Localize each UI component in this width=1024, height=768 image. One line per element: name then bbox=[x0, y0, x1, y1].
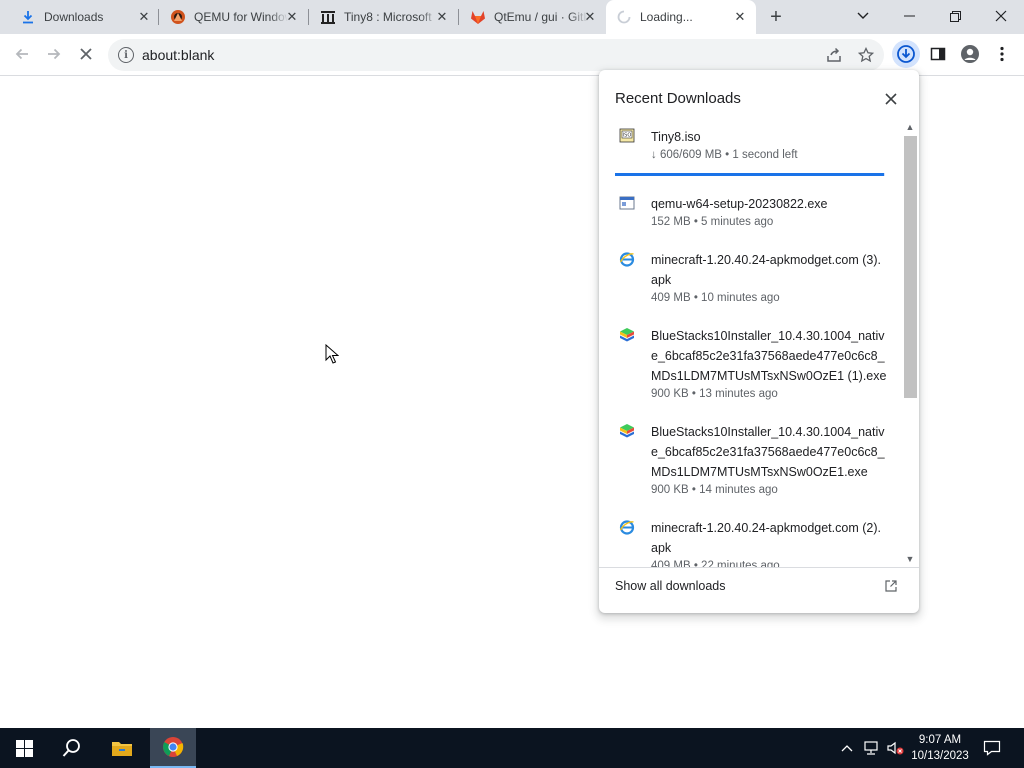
scrollbar-thumb[interactable] bbox=[904, 136, 917, 398]
scroll-up-icon[interactable]: ▲ bbox=[905, 122, 915, 132]
download-status: 152 MB • 5 minutes ago bbox=[651, 216, 774, 228]
profile-avatar-icon[interactable] bbox=[956, 40, 984, 68]
close-icon[interactable]: ✕ bbox=[434, 9, 450, 25]
tab-separator bbox=[308, 9, 309, 25]
download-filename: BlueStacks10Installer_10.4.30.1004_nativ… bbox=[651, 425, 885, 479]
tab-title: Tiny8 : Microsoft bbox=[344, 10, 432, 24]
close-window-button[interactable] bbox=[978, 0, 1024, 32]
download-filename: minecraft-1.20.40.24-apkmodget.com (2).a… bbox=[651, 521, 881, 555]
tab-downloads[interactable]: Downloads ✕ bbox=[10, 0, 160, 34]
mouse-cursor-icon bbox=[325, 343, 340, 364]
address-bar[interactable]: i about:blank bbox=[108, 39, 884, 71]
menu-kebab-icon[interactable] bbox=[988, 40, 1016, 68]
show-all-downloads-link[interactable]: Show all downloads bbox=[615, 579, 726, 593]
download-item[interactable]: BlueStacks10Installer_10.4.30.1004_nativ… bbox=[615, 415, 885, 511]
bookmark-star-icon[interactable] bbox=[858, 47, 874, 63]
download-icon bbox=[20, 9, 36, 25]
tab-title: QtEmu / gui · GitLab bbox=[494, 10, 588, 24]
download-status: 409 MB • 10 minutes ago bbox=[651, 292, 780, 304]
download-status: ↓ 606/609 MB • 1 second left bbox=[651, 149, 798, 161]
tab-qtemu[interactable]: QtEmu / gui · GitLab ✕ bbox=[460, 0, 606, 34]
download-status: 900 KB • 13 minutes ago bbox=[651, 388, 778, 400]
search-button[interactable] bbox=[48, 728, 96, 768]
file-explorer-button[interactable] bbox=[98, 728, 146, 768]
archive-org-icon bbox=[320, 9, 336, 25]
download-item[interactable]: minecraft-1.20.40.24-apkmodget.com (2).a… bbox=[615, 511, 885, 568]
tab-title: Loading... bbox=[640, 10, 693, 24]
minimize-button[interactable] bbox=[886, 0, 932, 32]
windows-taskbar: 9:07 AM 10/13/2023 bbox=[0, 728, 1024, 768]
start-button[interactable] bbox=[0, 728, 48, 768]
tab-loading[interactable]: Loading... ✕ bbox=[606, 0, 756, 34]
close-icon[interactable]: ✕ bbox=[582, 9, 598, 25]
svg-text:ISO: ISO bbox=[623, 133, 632, 139]
bluestacks-icon bbox=[619, 423, 635, 439]
share-icon[interactable] bbox=[826, 47, 842, 63]
download-filename: qemu-w64-setup-20230822.exe bbox=[651, 197, 828, 211]
chrome-taskbar-button[interactable] bbox=[150, 728, 196, 768]
download-status: 900 KB • 14 minutes ago bbox=[651, 484, 778, 496]
iso-file-icon: ISO bbox=[619, 128, 635, 144]
forward-button[interactable] bbox=[40, 40, 68, 68]
side-panel-icon[interactable] bbox=[924, 40, 952, 68]
restore-button[interactable] bbox=[932, 0, 978, 32]
download-filename: minecraft-1.20.40.24-apkmodget.com (3).a… bbox=[651, 253, 881, 287]
tab-title: Downloads bbox=[44, 10, 104, 24]
downloads-footer: Show all downloads bbox=[599, 567, 919, 613]
close-icon[interactable]: ✕ bbox=[732, 9, 748, 25]
taskbar-clock[interactable]: 9:07 AM 10/13/2023 bbox=[910, 732, 970, 764]
close-icon[interactable]: ✕ bbox=[136, 9, 152, 25]
exe-file-icon bbox=[619, 195, 635, 211]
tab-title: QEMU for Windows bbox=[194, 10, 288, 24]
download-item[interactable]: qemu-w64-setup-20230822.exe 152 MB • 5 m… bbox=[615, 187, 885, 243]
clock-date: 10/13/2023 bbox=[911, 750, 969, 762]
downloads-button[interactable] bbox=[892, 40, 920, 68]
tab-qemu[interactable]: QEMU for Windows ✕ bbox=[160, 0, 308, 34]
notifications-icon[interactable] bbox=[983, 739, 1001, 757]
tab-strip: Downloads ✕ QEMU for Windows ✕ Tiny8 : M… bbox=[0, 0, 1024, 34]
tab-separator bbox=[158, 9, 159, 25]
chevron-down-icon[interactable] bbox=[840, 0, 886, 32]
tab-tiny8[interactable]: Tiny8 : Microsoft ✕ bbox=[310, 0, 458, 34]
close-icon[interactable]: ✕ bbox=[284, 9, 300, 25]
chevron-up-icon[interactable] bbox=[838, 739, 856, 757]
ie-file-icon bbox=[619, 251, 635, 267]
tab-separator bbox=[458, 9, 459, 25]
clock-time: 9:07 AM bbox=[918, 734, 962, 746]
download-item[interactable]: minecraft-1.20.40.24-apkmodget.com (3).a… bbox=[615, 243, 885, 319]
downloads-title: Recent Downloads bbox=[615, 90, 741, 107]
open-in-new-icon[interactable] bbox=[883, 578, 899, 594]
bluestacks-icon bbox=[619, 327, 635, 343]
stop-loading-button[interactable] bbox=[72, 40, 100, 68]
download-filename: BlueStacks10Installer_10.4.30.1004_nativ… bbox=[651, 329, 887, 383]
network-icon[interactable] bbox=[862, 739, 880, 757]
new-tab-button[interactable]: + bbox=[764, 5, 788, 29]
back-button[interactable] bbox=[8, 40, 36, 68]
download-filename: Tiny8.iso bbox=[651, 130, 701, 144]
downloads-scrollbar[interactable]: ▲ ▼ bbox=[903, 120, 917, 567]
loading-spinner-icon bbox=[616, 9, 632, 25]
download-progress-bar bbox=[615, 173, 885, 176]
info-icon[interactable]: i bbox=[118, 47, 134, 63]
downloads-bubble: Recent Downloads ISO Tiny8.iso ↓ 606/609… bbox=[599, 70, 919, 613]
ie-file-icon bbox=[619, 519, 635, 535]
url-text[interactable]: about:blank bbox=[142, 47, 214, 63]
download-item[interactable]: ISO Tiny8.iso ↓ 606/609 MB • 1 second le… bbox=[615, 120, 885, 180]
downloads-list: ISO Tiny8.iso ↓ 606/609 MB • 1 second le… bbox=[599, 120, 904, 568]
volume-muted-icon[interactable] bbox=[886, 739, 904, 757]
gitlab-icon bbox=[470, 9, 486, 25]
scroll-down-icon[interactable]: ▼ bbox=[905, 554, 915, 564]
close-icon[interactable] bbox=[881, 89, 901, 109]
qemu-icon bbox=[170, 9, 186, 25]
download-item[interactable]: BlueStacks10Installer_10.4.30.1004_nativ… bbox=[615, 319, 887, 415]
